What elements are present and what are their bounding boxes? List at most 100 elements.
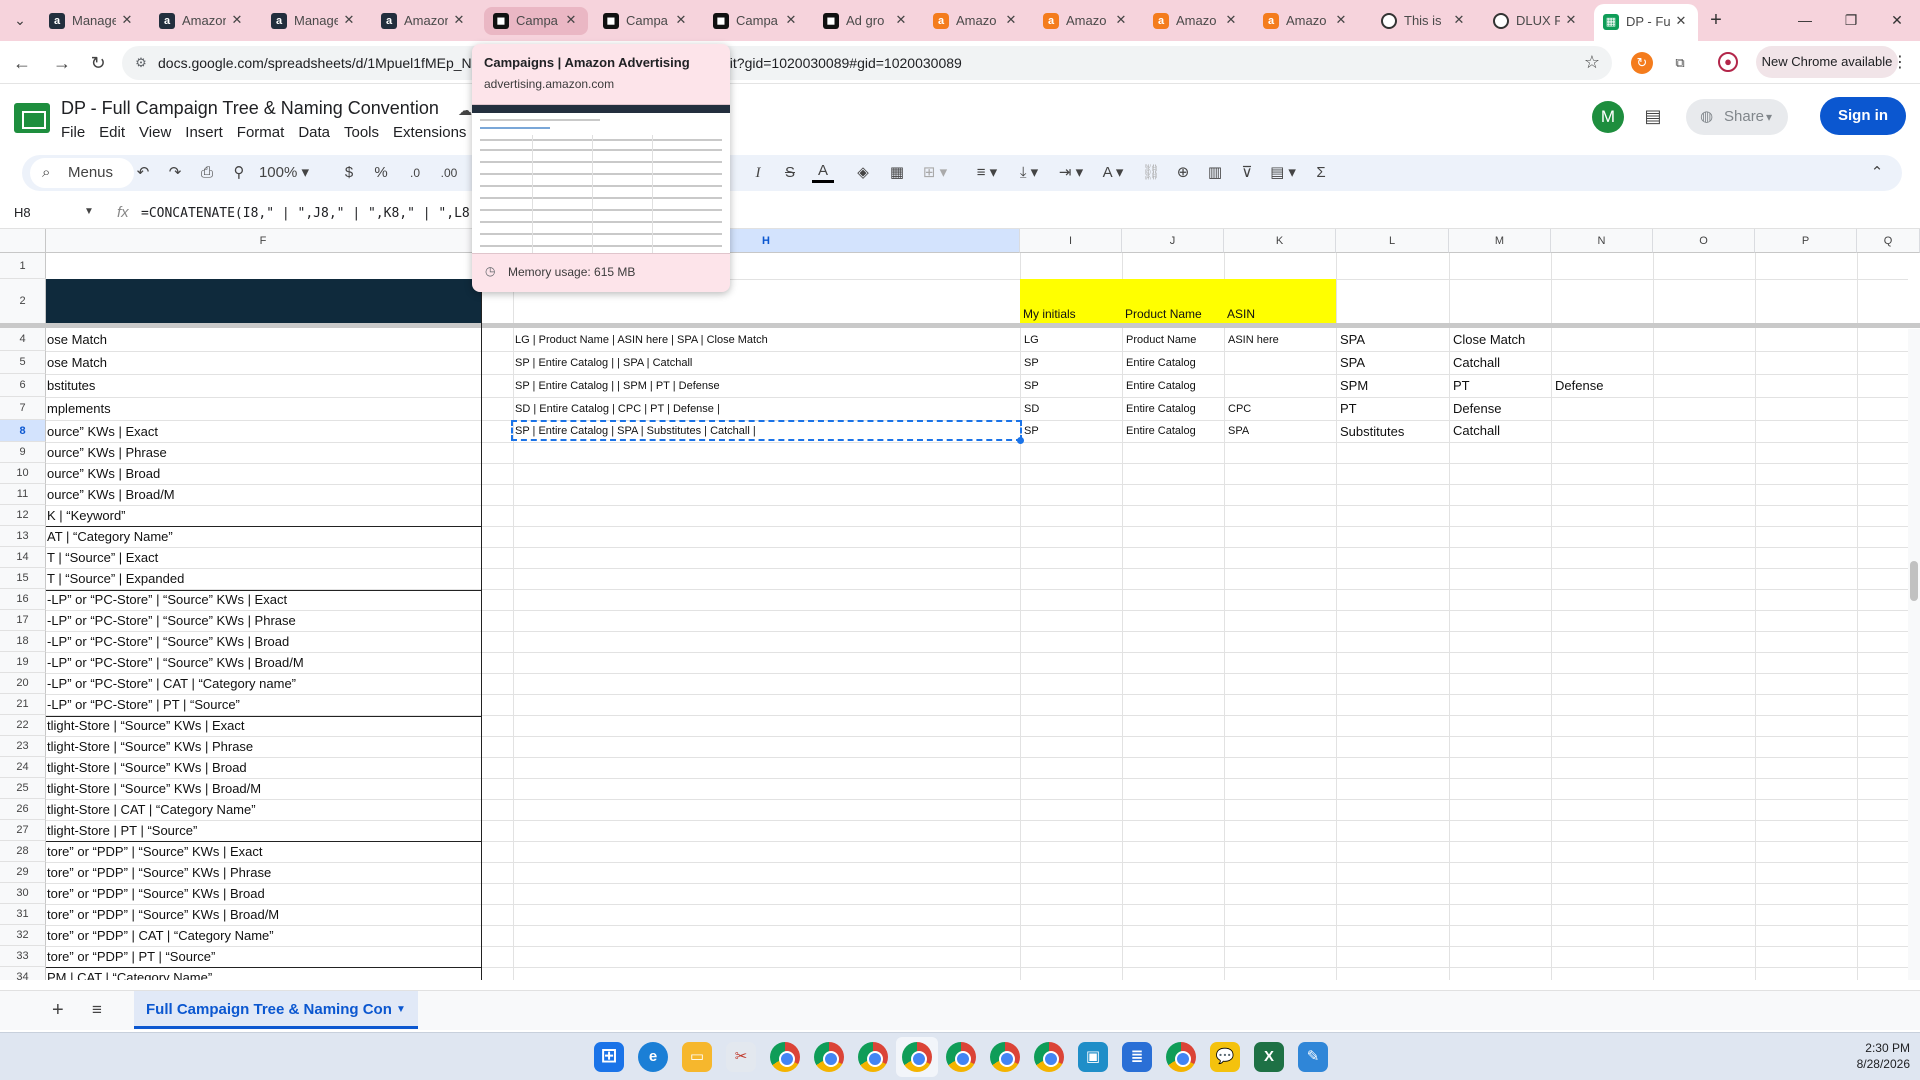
- row-header[interactable]: 31: [0, 904, 46, 925]
- chrome-icon[interactable]: [946, 1042, 976, 1072]
- menu-tools[interactable]: Tools: [344, 124, 379, 144]
- sign-in-button[interactable]: Sign in: [1820, 97, 1906, 135]
- cell-f[interactable]: ource” KWs | Exact: [46, 424, 481, 439]
- cell-f[interactable]: AT | “Category Name”: [46, 529, 481, 544]
- zoom-select[interactable]: 100% ▾: [258, 161, 310, 185]
- chrome-icon[interactable]: [1034, 1042, 1064, 1072]
- close-tab-icon[interactable]: ✕: [893, 12, 909, 28]
- collapse-toolbar-icon[interactable]: ⌃: [1866, 161, 1888, 185]
- row-header[interactable]: 1: [0, 253, 46, 279]
- row-header[interactable]: 16: [0, 589, 46, 610]
- cell-f[interactable]: ose Match: [46, 332, 481, 347]
- functions-icon[interactable]: Σ: [1310, 161, 1332, 185]
- italic-icon[interactable]: I: [748, 161, 768, 185]
- fill-color-icon[interactable]: ◈: [852, 161, 874, 185]
- chevron-down-icon[interactable]: ▼: [84, 206, 94, 217]
- cell-i[interactable]: SP: [1020, 357, 1039, 369]
- chat-app-icon[interactable]: 💬: [1210, 1042, 1240, 1072]
- row-header[interactable]: 30: [0, 883, 46, 904]
- row-header[interactable]: 2: [0, 279, 46, 324]
- row-header[interactable]: 19: [0, 652, 46, 673]
- cell-j[interactable]: Entire Catalog: [1122, 403, 1196, 415]
- row-header[interactable]: 13: [0, 526, 46, 547]
- row-header[interactable]: 10: [0, 463, 46, 484]
- row-header[interactable]: 21: [0, 694, 46, 715]
- reload-icon[interactable]: ↻: [84, 49, 112, 77]
- cell-h[interactable]: SP | Entire Catalog | | SPA | Catchall: [513, 357, 1020, 369]
- column-header-f[interactable]: F: [46, 229, 481, 253]
- chrome-icon[interactable]: [814, 1042, 844, 1072]
- cell-f[interactable]: -LP” or “PC-Store” | PT | “Source”: [46, 697, 481, 712]
- close-tab-icon[interactable]: ✕: [1113, 12, 1129, 28]
- cell-f[interactable]: T | “Source” | Exact: [46, 550, 481, 565]
- close-tab-icon[interactable]: ✕: [229, 12, 245, 28]
- snipping-tool-icon[interactable]: ✂: [726, 1042, 756, 1072]
- paint-app-icon[interactable]: ✎: [1298, 1042, 1328, 1072]
- cell-m[interactable]: Catchall: [1449, 423, 1500, 438]
- cell-f[interactable]: ource” KWs | Phrase: [46, 445, 481, 460]
- cell-f[interactable]: -LP” or “PC-Store” | “Source” KWs | Phra…: [46, 613, 481, 628]
- cell-f[interactable]: tore” or “PDP” | PT | “Source”: [46, 949, 481, 964]
- row-header[interactable]: 22: [0, 715, 46, 736]
- browser-tab[interactable]: a Amazo ✕: [924, 7, 1028, 35]
- cell-i[interactable]: SD: [1020, 403, 1039, 415]
- currency-format-button[interactable]: $: [340, 161, 358, 185]
- chrome-menu-icon[interactable]: ⋮: [1892, 52, 1908, 72]
- row-header[interactable]: 23: [0, 736, 46, 757]
- browser-tab[interactable]: DLUX F ✕: [1484, 7, 1588, 35]
- cell-i[interactable]: SP: [1020, 425, 1039, 437]
- new-chrome-available-button[interactable]: New Chrome available: [1756, 46, 1898, 78]
- browser-tab[interactable]: ◼ Campa ✕: [594, 7, 698, 35]
- name-box[interactable]: H8: [14, 205, 31, 220]
- header-product-name[interactable]: Product Name: [1122, 307, 1202, 321]
- extensions-puzzle-icon[interactable]: ⧉: [1669, 52, 1691, 74]
- cell-f[interactable]: tlight-Store | “Source” KWs | Exact: [46, 718, 481, 733]
- cell-f[interactable]: tore” or “PDP” | “Source” KWs | Broad: [46, 886, 481, 901]
- column-header-o[interactable]: O: [1653, 229, 1755, 253]
- cell-i[interactable]: LG: [1020, 334, 1039, 346]
- menu-data[interactable]: Data: [298, 124, 330, 144]
- cell-f[interactable]: PM | CAT | “Category Name”: [46, 970, 481, 980]
- close-window-icon[interactable]: ✕: [1882, 6, 1912, 34]
- filter-views-icon[interactable]: ▤ ▾: [1266, 161, 1300, 185]
- cell-m[interactable]: Close Match: [1449, 332, 1525, 347]
- bookmark-star-icon[interactable]: ☆: [1584, 52, 1600, 73]
- row-header[interactable]: 26: [0, 799, 46, 820]
- close-tab-icon[interactable]: ✕: [1223, 12, 1239, 28]
- column-header-l[interactable]: L: [1336, 229, 1449, 253]
- cell-l[interactable]: Substitutes: [1336, 424, 1404, 439]
- cell-f[interactable]: ource” KWs | Broad: [46, 466, 481, 481]
- cell-j[interactable]: Entire Catalog: [1122, 380, 1196, 392]
- cell-f[interactable]: -LP” or “PC-Store” | CAT | “Category nam…: [46, 676, 481, 691]
- menu-extensions[interactable]: Extensions: [393, 124, 466, 144]
- sheets-logo-icon[interactable]: [14, 103, 50, 133]
- chevron-down-icon[interactable]: ▼: [396, 991, 406, 1029]
- browser-tab[interactable]: a Amazo ✕: [1254, 7, 1358, 35]
- cell-f[interactable]: tore” or “PDP” | “Source” KWs | Phrase: [46, 865, 481, 880]
- cloud-status-icon[interactable]: ☁: [458, 102, 472, 119]
- row-header[interactable]: 7: [0, 397, 46, 420]
- cell-f[interactable]: -LP” or “PC-Store” | “Source” KWs | Broa…: [46, 655, 481, 670]
- row-header[interactable]: 4: [0, 328, 46, 351]
- back-icon[interactable]: ←: [8, 49, 36, 77]
- row-header[interactable]: 15: [0, 568, 46, 589]
- windows-start-icon[interactable]: ⊞: [594, 1042, 624, 1072]
- cell-l[interactable]: SPA: [1336, 355, 1365, 370]
- url-input[interactable]: ⚙ docs.google.com/spreadsheets/d/1Mpuel1…: [122, 46, 1612, 80]
- menus-search-button[interactable]: ⌕ Menus: [30, 158, 134, 188]
- extension-icon[interactable]: ↻: [1631, 52, 1653, 74]
- column-header-i[interactable]: I: [1020, 229, 1122, 253]
- menu-file[interactable]: File: [61, 124, 85, 144]
- row-header[interactable]: 6: [0, 374, 46, 397]
- formula-input[interactable]: =CONCATENATE(I8," | ",J8," | ",K8," | ",…: [141, 206, 501, 221]
- cell-f[interactable]: tlight-Store | PT | “Source”: [46, 823, 481, 838]
- vertical-align-icon[interactable]: ⤓ ▾: [1012, 161, 1046, 185]
- menu-edit[interactable]: Edit: [99, 124, 125, 144]
- frozen-rows-divider[interactable]: [0, 323, 1920, 328]
- monitor-app-icon[interactable]: ▣: [1078, 1042, 1108, 1072]
- browser-tab[interactable]: ◼ Campa ✕: [704, 7, 808, 35]
- percent-format-button[interactable]: %: [372, 161, 390, 185]
- cell-h[interactable]: LG | Product Name | ASIN here | SPA | Cl…: [513, 334, 1020, 346]
- cell-f[interactable]: K | “Keyword”: [46, 508, 481, 523]
- close-tab-icon[interactable]: ✕: [451, 12, 467, 28]
